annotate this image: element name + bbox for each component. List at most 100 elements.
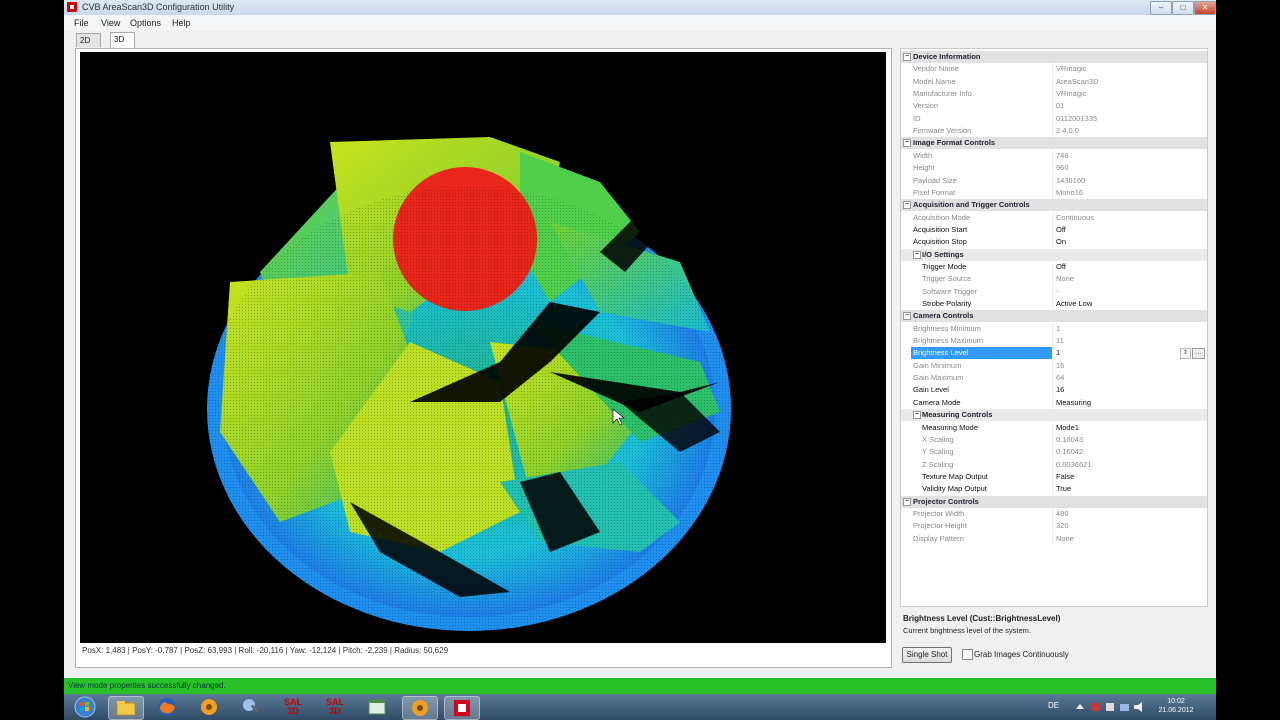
property-row[interactable]: Brightness Maximum 11 xyxy=(901,335,1207,348)
property-value[interactable]: Mode1 xyxy=(1056,422,1079,434)
collapse-icon[interactable]: − xyxy=(903,201,911,210)
property-value[interactable]: 16 xyxy=(1056,384,1064,396)
property-row[interactable]: Validity Map Output True xyxy=(901,483,1207,496)
property-subcategory[interactable]: − Measuring Controls xyxy=(901,409,1207,422)
3d-point-cloud-view[interactable] xyxy=(80,52,886,643)
property-row[interactable]: Version 01 xyxy=(901,100,1207,113)
property-category[interactable]: − Device Information xyxy=(901,51,1207,63)
property-row[interactable]: Vendor Name VRmagic xyxy=(901,63,1207,76)
column-divider xyxy=(1052,162,1053,175)
property-row[interactable]: Gain Maximum 64 xyxy=(901,372,1207,385)
property-row[interactable]: Brightness Level 1 ⇕… xyxy=(901,347,1207,360)
tab-3d-view[interactable]: 3D View xyxy=(110,32,136,57)
property-row[interactable]: Pixel Format Mono16 xyxy=(901,186,1207,199)
property-row[interactable]: Software Trigger - xyxy=(901,285,1207,298)
property-row[interactable]: Z Scaling 0.0036621 xyxy=(901,458,1207,471)
collapse-icon[interactable]: − xyxy=(903,312,911,321)
taskbar-sal3d-2[interactable]: SAL 3D xyxy=(318,696,352,718)
property-row[interactable]: Firmware Version 2.4.0.0 xyxy=(901,125,1207,138)
taskbar-app-gear[interactable] xyxy=(192,696,226,718)
minimize-button[interactable]: – xyxy=(1150,1,1172,15)
property-value[interactable]: False xyxy=(1056,471,1074,483)
grab-continuously-checkbox[interactable] xyxy=(962,649,973,660)
taskbar-sal3d-1[interactable]: SAL 3D xyxy=(276,696,310,718)
property-row[interactable]: Trigger Mode Off xyxy=(901,260,1207,273)
property-name: Trigger Source xyxy=(922,274,972,284)
property-row[interactable]: Y Scaling 0.16042 xyxy=(901,446,1207,459)
taskbar-explorer[interactable] xyxy=(108,696,144,720)
taskbar-cvb-utility[interactable] xyxy=(444,696,480,720)
tab-2d-view[interactable]: 2D View xyxy=(76,33,102,58)
property-value[interactable]: Measuring xyxy=(1056,397,1091,409)
property-row[interactable]: Strobe Polarity Active Low xyxy=(901,298,1207,310)
tray-volume-icon xyxy=(1134,702,1142,712)
menu-view[interactable]: View xyxy=(101,18,120,28)
property-row[interactable]: Acquisition Mode Continuous xyxy=(901,211,1207,224)
property-name: Z Scaling xyxy=(922,459,954,469)
taskbar-app-gear-2[interactable] xyxy=(402,696,438,720)
property-row[interactable]: ID 0112001335 xyxy=(901,112,1207,125)
maximize-button[interactable]: □ xyxy=(1172,1,1194,15)
property-value: - xyxy=(1056,286,1059,296)
property-row[interactable]: Camera Mode Measuring xyxy=(901,396,1207,409)
property-value[interactable]: Off xyxy=(1056,261,1066,273)
property-row[interactable]: Measuring Mode Mode1 xyxy=(901,421,1207,434)
close-button[interactable]: ✕ xyxy=(1194,1,1216,15)
property-row[interactable]: Manufacturer Info VRmagic xyxy=(901,88,1207,101)
property-subcategory[interactable]: − I/O Settings xyxy=(901,248,1207,261)
system-tray-icons[interactable] xyxy=(1074,700,1150,714)
collapse-icon[interactable]: − xyxy=(913,411,921,420)
property-value[interactable]: True xyxy=(1056,483,1071,495)
column-divider xyxy=(1052,532,1053,545)
property-row[interactable]: Model Name AreaScan3D xyxy=(901,75,1207,88)
property-name: X Scaling xyxy=(922,434,954,444)
property-row[interactable]: Trigger Source None xyxy=(901,273,1207,286)
menu-help[interactable]: Help xyxy=(172,18,191,28)
firefox-icon xyxy=(158,698,176,716)
property-value[interactable]: Off xyxy=(1056,224,1066,236)
collapse-icon[interactable]: − xyxy=(903,497,911,506)
property-value[interactable]: 1 xyxy=(1056,347,1060,359)
property-row[interactable]: Texture Map Output False xyxy=(901,470,1207,483)
taskbar-app-tools[interactable] xyxy=(234,696,268,718)
property-row[interactable]: Gain Minimum 16 xyxy=(901,359,1207,372)
property-row[interactable]: Width 748 xyxy=(901,149,1207,162)
spinner-icon[interactable]: ⇕ xyxy=(1180,348,1191,360)
taskbar-firefox[interactable] xyxy=(150,696,184,718)
collapse-icon[interactable]: − xyxy=(903,139,911,148)
property-value[interactable]: On xyxy=(1056,236,1066,248)
sal3d-label: SAL 3D xyxy=(326,697,344,716)
property-grid[interactable]: − Device Information Vendor Name VRmagic Mod… xyxy=(900,48,1208,607)
property-row[interactable]: Projector Height 320 xyxy=(901,520,1207,533)
collapse-icon[interactable]: − xyxy=(913,250,921,259)
property-row[interactable]: Display Pattern None xyxy=(901,532,1207,545)
property-row[interactable]: Payload Size 1436160 xyxy=(901,174,1207,187)
ellipsis-button[interactable]: … xyxy=(1192,348,1205,360)
start-button[interactable] xyxy=(68,696,102,718)
property-row[interactable]: Brightness Minimum 1 xyxy=(901,322,1207,335)
property-category[interactable]: − Projector Controls xyxy=(901,495,1207,508)
property-row[interactable]: X Scaling 0.16043 xyxy=(901,433,1207,446)
category-label: Acquisition and Trigger Controls xyxy=(913,200,1030,210)
property-value[interactable]: Active Low xyxy=(1056,298,1092,310)
column-divider xyxy=(1052,285,1053,298)
property-row[interactable]: Acquisition Stop On xyxy=(901,236,1207,249)
property-value: None xyxy=(1056,533,1074,543)
language-indicator[interactable]: DE xyxy=(1048,701,1059,710)
menu-options[interactable]: Options xyxy=(130,18,161,28)
property-row[interactable]: Acquisition Start Off xyxy=(901,223,1207,236)
collapse-icon[interactable]: − xyxy=(903,53,911,61)
column-divider xyxy=(1052,125,1053,138)
app-window: CVB AreaScan3D Configuration Utility – □… xyxy=(64,0,1216,694)
property-category[interactable]: − Acquisition and Trigger Controls xyxy=(901,199,1207,212)
property-row[interactable]: Gain Level 16 xyxy=(901,384,1207,397)
taskbar-clock[interactable]: 10:02 21.06.2012 xyxy=(1156,697,1196,715)
menu-file[interactable]: File xyxy=(74,18,89,28)
column-divider xyxy=(1052,483,1053,496)
property-category[interactable]: − Image Format Controls xyxy=(901,137,1207,150)
property-row[interactable]: Height 960 xyxy=(901,162,1207,175)
property-category[interactable]: − Camera Controls xyxy=(901,310,1207,323)
single-shot-button[interactable]: Single Shot xyxy=(902,647,952,663)
taskbar-app-window[interactable] xyxy=(360,696,394,718)
property-row[interactable]: Projector Width 480 xyxy=(901,507,1207,520)
